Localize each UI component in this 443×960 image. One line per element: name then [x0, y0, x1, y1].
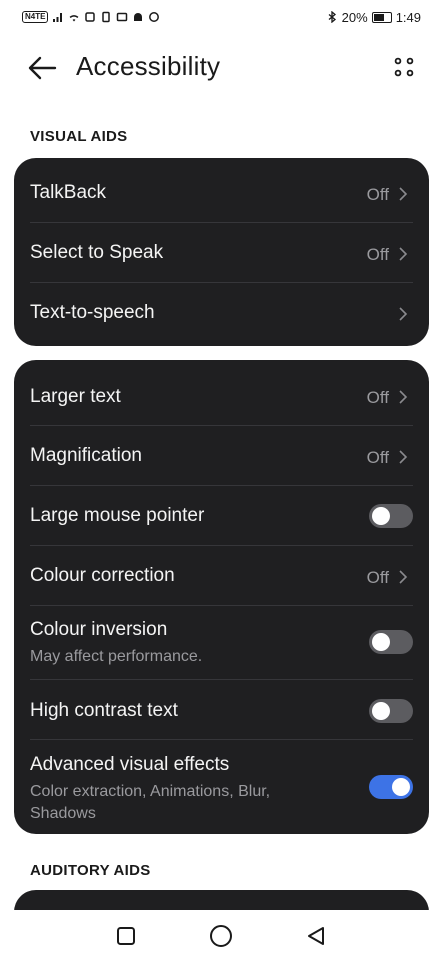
magnification-row[interactable]: Magnification Off — [30, 426, 413, 486]
colour-inversion-subtitle: May affect performance. — [30, 648, 203, 665]
home-button[interactable] — [207, 922, 235, 950]
chevron-right-icon — [399, 247, 408, 261]
colour-inversion-toggle[interactable] — [369, 630, 413, 654]
recents-button[interactable] — [112, 922, 140, 950]
talkback-row[interactable]: TalkBack Off — [30, 158, 413, 223]
advanced-visual-effects-subtitle: Color extraction, Animations, Blur, Shad… — [30, 783, 271, 822]
magnification-value: Off — [366, 448, 389, 467]
select-to-speak-row[interactable]: Select to Speak Off — [30, 223, 413, 283]
status-right-icons: 20% 1:49 — [326, 10, 421, 25]
colour-correction-value: Off — [366, 568, 389, 587]
chevron-right-icon — [399, 390, 408, 404]
advanced-visual-effects-label: Advanced visual effects — [30, 754, 230, 775]
toggle-knob — [372, 633, 390, 651]
network-badge: N4TE — [22, 11, 49, 23]
chevron-right-icon — [399, 570, 408, 584]
section-header-visual-aids: VISUAL AIDS — [30, 128, 128, 145]
arrow-left-icon — [28, 56, 57, 80]
text-to-speech-row[interactable]: Text-to-speech — [30, 283, 413, 346]
colour-inversion-label: Colour inversion — [30, 619, 168, 640]
status-bar: N4TE 20% 1:49 — [0, 0, 443, 34]
more-options-button[interactable] — [389, 52, 419, 82]
circle-icon — [210, 925, 232, 947]
toggle-knob — [372, 507, 390, 525]
select-to-speak-value: Off — [366, 245, 389, 264]
bluetooth-icon — [328, 11, 336, 23]
notification-icon — [85, 12, 96, 22]
chevron-right-icon — [399, 187, 408, 201]
colour-inversion-row[interactable]: Colour inversion May affect performance. — [30, 606, 413, 680]
back-button[interactable] — [22, 48, 62, 88]
toggle-knob — [392, 778, 410, 796]
visual-aids-card-1: TalkBack Off Select to Speak Off Text-to… — [14, 158, 429, 346]
talkback-label: TalkBack — [30, 182, 107, 203]
advanced-visual-effects-toggle[interactable] — [369, 775, 413, 799]
chevron-right-icon — [399, 450, 408, 464]
large-mouse-pointer-row[interactable]: Large mouse pointer — [30, 486, 413, 546]
high-contrast-text-row[interactable]: High contrast text — [30, 680, 413, 740]
wifi-icon — [70, 15, 79, 22]
larger-text-label: Larger text — [30, 386, 121, 407]
battery-icon — [371, 11, 392, 23]
navigation-bar — [0, 910, 443, 960]
signal-icon — [53, 13, 63, 22]
talkback-value: Off — [366, 185, 389, 204]
status-left-icons: N4TE — [22, 11, 160, 23]
large-mouse-pointer-label: Large mouse pointer — [30, 505, 205, 526]
more-dots-icon — [394, 57, 414, 77]
sync-icon — [149, 12, 160, 22]
large-mouse-pointer-toggle[interactable] — [369, 504, 413, 528]
page-title: Accessibility — [76, 51, 221, 81]
magnification-label: Magnification — [30, 445, 142, 466]
select-to-speak-label: Select to Speak — [30, 242, 164, 263]
app-bar: Accessibility — [0, 40, 443, 94]
chevron-right-icon — [399, 307, 408, 321]
status-time: 1:49 — [395, 9, 421, 25]
high-contrast-text-label: High contrast text — [30, 700, 178, 721]
larger-text-row[interactable]: Larger text Off — [30, 360, 413, 426]
colour-correction-label: Colour correction — [30, 565, 175, 586]
visual-aids-card-2: Larger text Off Magnification Off Large … — [14, 360, 429, 834]
android-icon — [134, 13, 143, 21]
section-header-auditory-aids: AUDITORY AIDS — [30, 862, 151, 879]
app-notification-icon — [102, 11, 111, 23]
triangle-back-icon — [308, 927, 324, 945]
nav-back-button[interactable] — [302, 922, 330, 950]
toggle-knob — [372, 702, 390, 720]
advanced-visual-effects-row[interactable]: Advanced visual effects Color extraction… — [30, 740, 413, 834]
larger-text-value: Off — [366, 388, 389, 407]
high-contrast-text-toggle[interactable] — [369, 699, 413, 723]
colour-correction-row[interactable]: Colour correction Off — [30, 546, 413, 606]
text-to-speech-label: Text-to-speech — [30, 302, 155, 323]
square-icon — [117, 927, 135, 945]
message-icon — [117, 12, 128, 22]
battery-percent: 20% — [341, 9, 368, 25]
